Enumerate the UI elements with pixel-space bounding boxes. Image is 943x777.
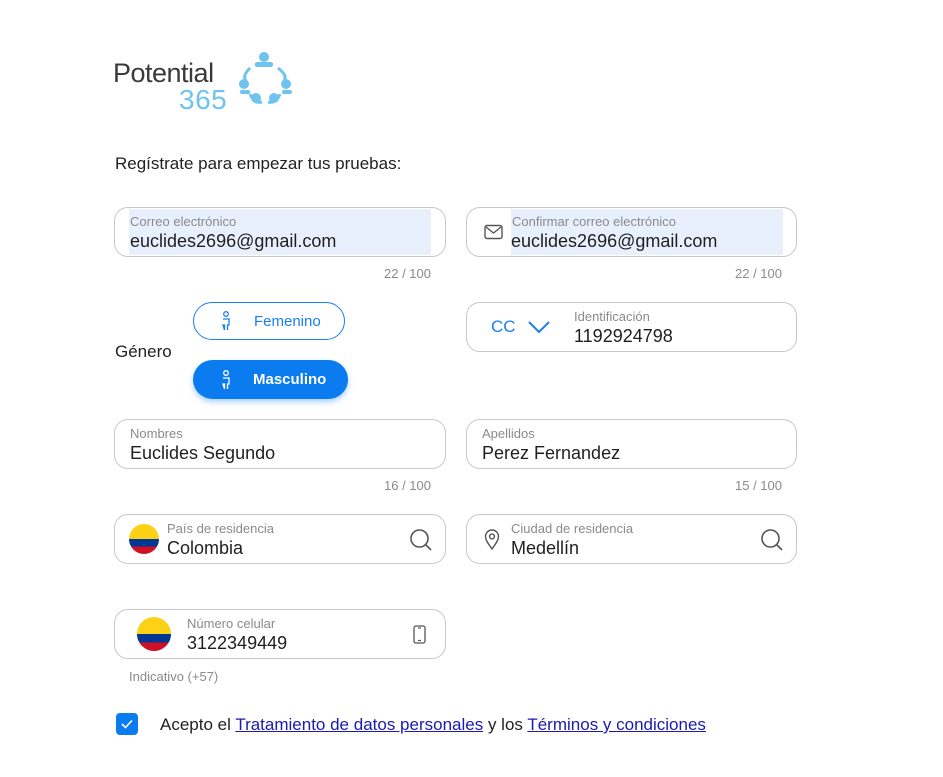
logo: Potential 365 xyxy=(113,48,298,118)
terms-prefix: Acepto el xyxy=(160,715,231,734)
gender-femenino-button[interactable]: Femenino xyxy=(193,302,345,340)
surnames-value: Perez Fernandez xyxy=(482,443,621,463)
country-label: País de residencia xyxy=(167,521,274,536)
country-field[interactable]: País de residencia Colombia xyxy=(114,514,446,564)
confirm-email-counter: 22 / 100 xyxy=(735,266,782,281)
email-field[interactable]: Correo electrónico euclides2696@gmail.co… xyxy=(114,207,446,257)
search-icon[interactable] xyxy=(409,528,433,552)
confirm-email-label: Confirmar correo electrónico xyxy=(512,214,677,229)
city-label: Ciudad de residencia xyxy=(511,521,634,536)
country-value: Colombia xyxy=(167,538,244,558)
email-label: Correo electrónico xyxy=(130,214,237,229)
identification-label: Identificación xyxy=(574,309,650,324)
city-field[interactable]: Ciudad de residencia Medellín xyxy=(466,514,797,564)
email-value: euclides2696@gmail.com xyxy=(130,231,337,251)
mobile-phone-icon xyxy=(413,625,426,644)
phone-label: Número celular xyxy=(187,616,276,631)
city-value: Medellín xyxy=(511,538,580,558)
surnames-field[interactable]: Apellidos Perez Fernandez xyxy=(466,419,797,469)
search-icon[interactable] xyxy=(760,528,784,552)
phone-hint: Indicativo (+57) xyxy=(129,669,219,684)
terms-checkbox[interactable] xyxy=(116,713,138,735)
colombia-flag-icon xyxy=(129,524,159,554)
confirm-email-value: euclides2696@gmail.com xyxy=(511,231,718,251)
gender-label: Género xyxy=(115,342,172,361)
female-icon xyxy=(222,311,230,331)
terms-conditions-link[interactable]: Términos y condiciones xyxy=(527,715,706,734)
terms-middle: y los xyxy=(487,715,523,734)
names-label: Nombres xyxy=(130,426,183,441)
names-counter: 16 / 100 xyxy=(384,478,431,493)
page-subtitle: Regístrate para empezar tus pruebas: xyxy=(115,154,402,173)
email-counter: 22 / 100 xyxy=(384,266,431,281)
identification-value: 1192924798 xyxy=(574,326,673,346)
chevron-down-icon xyxy=(527,321,550,334)
gender-masculino-button[interactable]: Masculino xyxy=(193,360,348,399)
names-value: Euclides Segundo xyxy=(130,443,276,463)
logo-people-icon xyxy=(239,52,292,104)
male-icon xyxy=(222,369,230,389)
privacy-policy-link[interactable]: Tratamiento de datos personales xyxy=(235,715,483,734)
phone-field[interactable]: Número celular 3122349449 xyxy=(114,609,446,659)
terms-text: Acepto el Tratamiento de datos personale… xyxy=(160,715,706,735)
mail-icon xyxy=(484,224,503,240)
surnames-label: Apellidos xyxy=(482,426,535,441)
id-type-select[interactable]: CC xyxy=(491,317,551,337)
identification-field[interactable]: CC Identificación 1192924798 xyxy=(466,302,797,352)
checkmark-icon xyxy=(121,719,133,729)
gender-masculino-label: Masculino xyxy=(253,371,327,388)
confirm-email-field[interactable]: Confirmar correo electrónico euclides269… xyxy=(466,207,797,257)
surnames-counter: 15 / 100 xyxy=(735,478,782,493)
names-field[interactable]: Nombres Euclides Segundo xyxy=(114,419,446,469)
logo-number: 365 xyxy=(179,84,228,115)
phone-value: 3122349449 xyxy=(187,633,288,653)
gender-femenino-label: Femenino xyxy=(254,312,321,330)
location-pin-icon xyxy=(484,529,500,550)
colombia-flag-icon xyxy=(137,617,171,651)
id-type-value: CC xyxy=(491,317,516,336)
